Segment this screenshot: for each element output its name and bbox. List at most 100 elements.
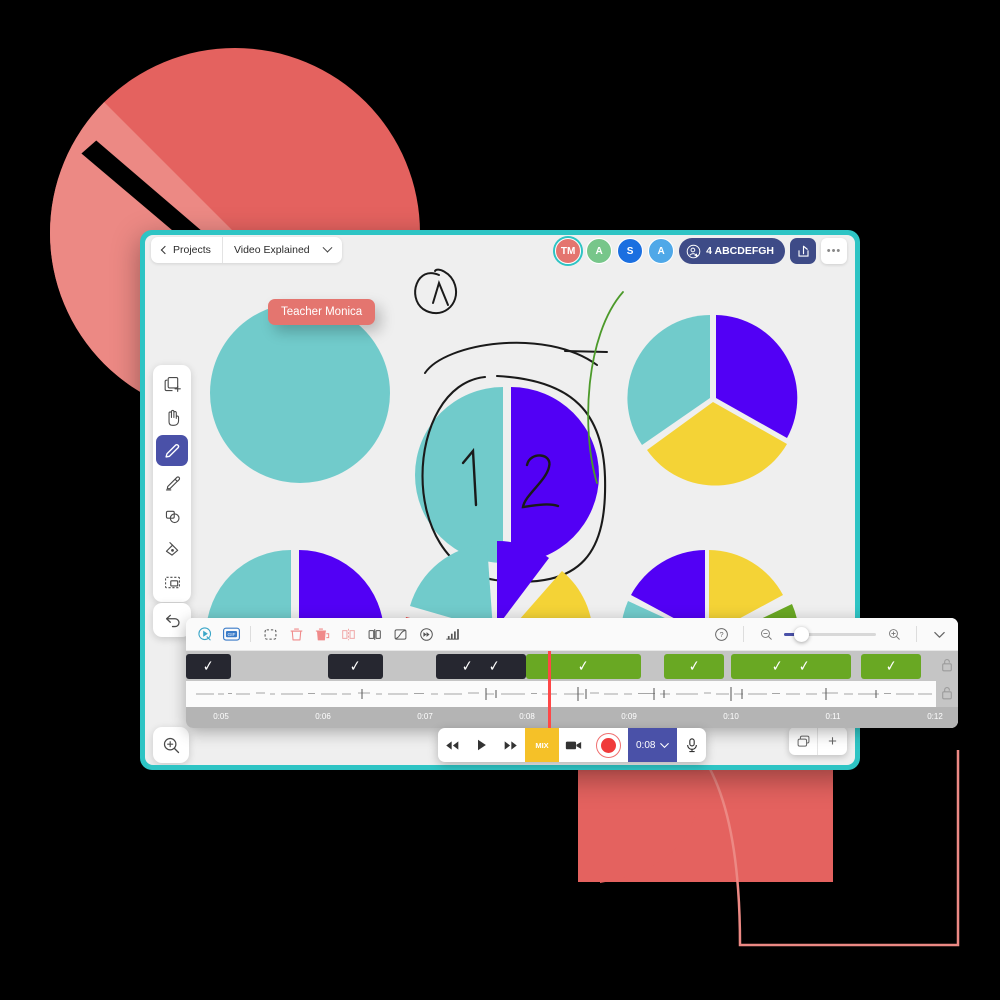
svg-text:?: ? (719, 630, 723, 639)
play-button[interactable] (467, 728, 496, 762)
project-name-dropdown[interactable]: Video Explained (223, 237, 342, 263)
timeline-clip[interactable]: ✓ (526, 654, 641, 679)
topbar-left-group: Projects Video Explained (151, 237, 342, 263)
add-page-label: + (828, 732, 837, 750)
avatar-initials: TM (560, 245, 576, 257)
timeline-zoom-in-button[interactable] (883, 623, 905, 645)
timeline-clip[interactable]: ✓ (861, 654, 921, 679)
delete-icon (290, 628, 302, 640)
playhead[interactable] (548, 651, 551, 707)
lock-audio-track[interactable] (936, 679, 958, 707)
record-button[interactable] (588, 728, 628, 762)
avatar-initials: S (626, 245, 634, 257)
clip-stroke-thumbnail: ✓ (771, 658, 784, 676)
speed-tool[interactable] (415, 623, 437, 645)
hand-tool[interactable] (156, 402, 188, 433)
gif-tool[interactable]: GIF (220, 623, 242, 645)
help-button[interactable]: ? (710, 623, 732, 645)
pages-button[interactable] (789, 727, 818, 755)
pen-icon (165, 443, 180, 458)
collaborators-button[interactable]: 4 ABCDEFGH (679, 238, 785, 264)
audio-track[interactable] (186, 681, 958, 707)
more-options-button[interactable]: ••• (821, 238, 847, 264)
timeline-ruler[interactable]: 0:05 0:06 0:07 0:08 0:09 0:10 0:11 0:12 (186, 707, 958, 728)
audio-waveform (196, 687, 932, 701)
clip-stroke-thumbnail: ✓ (349, 658, 362, 676)
hand-icon (168, 409, 179, 426)
avatar-tm[interactable]: TM (555, 238, 582, 264)
timeline-clip[interactable]: ✓ ✓ (731, 654, 851, 679)
clip-stroke-thumbnail: ✓ (687, 658, 701, 676)
highlighter-tool[interactable] (156, 468, 188, 499)
timeline-tracks[interactable]: ✓ ✓ ✓ ✓ ✓ ✓ ✓ ✓ ✓ (186, 651, 958, 707)
chevron-down-icon (660, 742, 670, 748)
pie-whole-circle (210, 303, 390, 483)
record-dot (600, 737, 616, 753)
timeline-clip[interactable]: ✓ ✓ (436, 654, 526, 679)
sketch-tick (564, 350, 608, 353)
clip-stroke-thumbnail: ✓ (202, 658, 215, 676)
camera-button[interactable] (559, 728, 588, 762)
collaborator-cursor-label: Teacher Monica (268, 299, 376, 325)
ruler-tick-label: 0:10 (723, 712, 739, 721)
mix-label: MIX (535, 740, 549, 750)
recording-time-label: 0:08 (636, 739, 656, 751)
avatar-a1[interactable]: A (586, 238, 613, 264)
chevron-down-icon (322, 242, 333, 253)
shapes-tool[interactable] (156, 501, 188, 532)
pages-control: + (789, 727, 847, 755)
speed-icon (419, 627, 433, 641)
delete-tool[interactable] (285, 623, 307, 645)
svg-text:GIF: GIF (227, 632, 235, 638)
rewind-button[interactable] (438, 728, 467, 762)
cut-tool[interactable] (363, 623, 385, 645)
playback-bar: MIX 0:08 (438, 728, 707, 762)
curve-tool[interactable] (389, 623, 411, 645)
recording-time-dropdown[interactable]: 0:08 (628, 728, 678, 762)
playhead-ruler[interactable] (548, 707, 551, 728)
back-to-projects-button[interactable]: Projects (151, 237, 223, 263)
marquee-select-tool[interactable] (259, 623, 281, 645)
timeline-clip[interactable]: ✓ (186, 654, 231, 679)
fast-forward-button[interactable] (496, 728, 525, 762)
lock-video-track[interactable] (936, 651, 958, 679)
video-track[interactable]: ✓ ✓ ✓ ✓ ✓ ✓ ✓ ✓ ✓ (186, 651, 958, 681)
ruler-tick-label: 0:08 (519, 712, 535, 721)
project-name-label: Video Explained (233, 244, 310, 256)
pie-thirds (627, 315, 798, 486)
pages-icon (797, 735, 809, 747)
share-button[interactable] (790, 238, 816, 264)
gif-icon: GIF (222, 627, 240, 641)
chevron-left-icon (160, 245, 170, 255)
avatar-s[interactable]: S (617, 238, 644, 264)
avatar-initials: A (657, 245, 665, 257)
pen-tool[interactable] (156, 435, 188, 466)
clip-stroke-thumbnail: ✓ (798, 658, 811, 676)
fill-tool[interactable] (156, 534, 188, 565)
toolbar-divider (916, 626, 917, 642)
mix-button[interactable]: MIX (525, 728, 559, 762)
microphone-button[interactable] (677, 728, 706, 762)
split-icon (341, 628, 355, 640)
timeline-zoom-out-button[interactable] (755, 623, 777, 645)
levels-tool[interactable] (441, 623, 463, 645)
frame-tool[interactable] (156, 567, 188, 598)
sketch-caret-mark (432, 280, 449, 306)
back-to-projects-label: Projects (173, 244, 211, 256)
collapse-timeline-button[interactable] (928, 623, 950, 645)
add-page-button[interactable]: + (818, 727, 847, 755)
clip-stroke-thumbnail: ✓ (577, 658, 590, 676)
timeline-clip[interactable]: ✓ (328, 654, 383, 679)
timeline-zoom-slider[interactable] (784, 626, 876, 642)
canvas-zoom-in-button[interactable] (153, 727, 189, 763)
split-tool[interactable] (337, 623, 359, 645)
slider-knob[interactable] (794, 626, 809, 642)
ruler-tick-label: 0:11 (825, 712, 841, 721)
zoom-in-icon (163, 737, 179, 753)
cursor-link-tool[interactable] (194, 623, 216, 645)
share-icon (797, 245, 809, 257)
avatar-a2[interactable]: A (648, 238, 675, 264)
delete-region-tool[interactable] (311, 623, 333, 645)
timeline-clip[interactable]: ✓ (664, 654, 724, 679)
add-page-tool[interactable] (156, 369, 188, 400)
